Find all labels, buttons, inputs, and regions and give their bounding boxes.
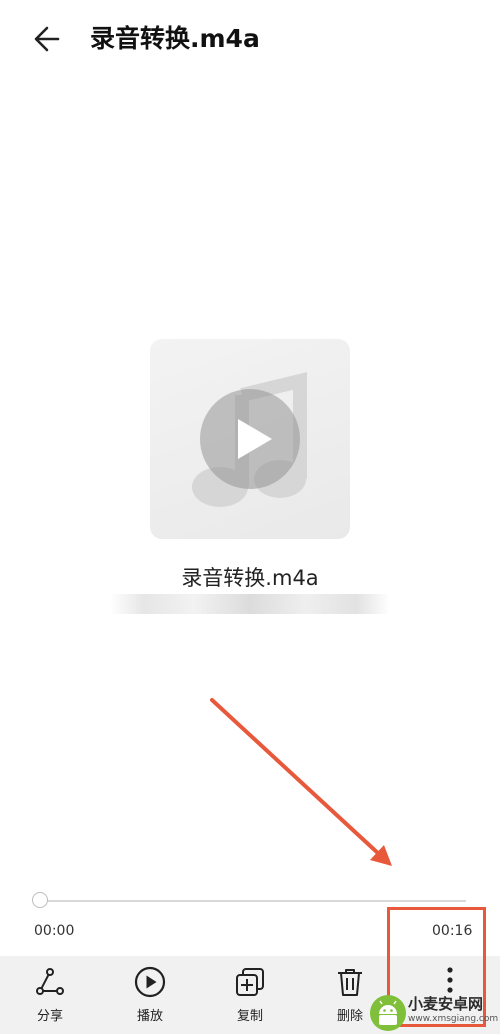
play-overlay-button[interactable] bbox=[200, 389, 300, 489]
bottom-toolbar: 分享 播放 复制 删除 bbox=[0, 956, 500, 1034]
progress-bar[interactable] bbox=[40, 900, 466, 902]
page-title: 录音转换.m4a bbox=[90, 24, 260, 53]
back-button[interactable] bbox=[28, 20, 72, 60]
file-name: 录音转换.m4a bbox=[181, 566, 319, 590]
play-icon bbox=[238, 419, 272, 459]
current-time: 00:00 bbox=[34, 923, 75, 939]
copy-button[interactable]: 复制 bbox=[210, 956, 290, 1034]
share-button[interactable]: 分享 bbox=[10, 956, 90, 1034]
more-options-button[interactable] bbox=[420, 956, 480, 1016]
more-vertical-icon bbox=[447, 967, 453, 993]
copy-icon bbox=[236, 968, 264, 996]
delete-label: 删除 bbox=[336, 1009, 363, 1024]
progress-thumb[interactable] bbox=[32, 892, 48, 908]
album-art bbox=[150, 339, 350, 539]
copy-label: 复制 bbox=[236, 1009, 263, 1024]
play-circle-icon bbox=[134, 966, 166, 998]
total-time: 00:16 bbox=[432, 923, 473, 939]
app-header: 录音转换.m4a bbox=[0, 0, 500, 78]
arrow-left-icon bbox=[34, 26, 60, 52]
play-button[interactable]: 播放 bbox=[110, 956, 190, 1034]
share-icon bbox=[36, 968, 64, 995]
share-label: 分享 bbox=[36, 1009, 63, 1024]
delete-icon bbox=[338, 969, 362, 996]
file-meta-blurred bbox=[110, 594, 390, 614]
delete-button[interactable]: 删除 bbox=[310, 956, 390, 1034]
play-label: 播放 bbox=[136, 1009, 163, 1024]
